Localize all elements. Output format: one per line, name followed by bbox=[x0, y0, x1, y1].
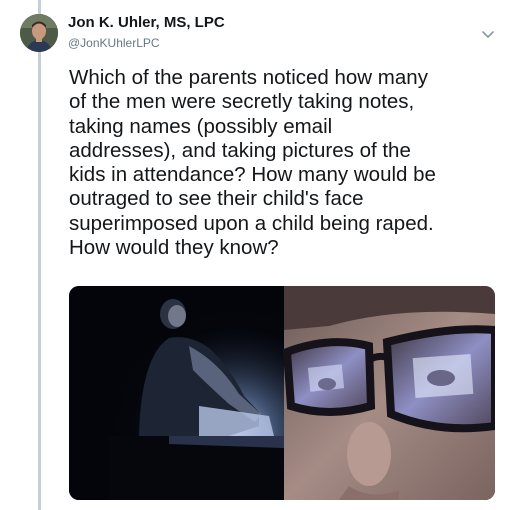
thread-connector-line bbox=[38, 0, 41, 510]
avatar[interactable] bbox=[20, 14, 58, 52]
tweet-card: Jon K. Uhler, MS, LPC @JonKUhlerLPC Whic… bbox=[0, 0, 516, 510]
tweet-text-line: kids in attendance? How many would be bbox=[69, 163, 436, 187]
avatar-photo bbox=[20, 14, 58, 52]
tweet-text: Which of the parents noticed how many of… bbox=[69, 66, 509, 260]
tweet-text-line: Which of the parents noticed how many bbox=[69, 66, 428, 89]
tweet-media-image[interactable] bbox=[69, 286, 495, 500]
display-name[interactable]: Jon K. Uhler, MS, LPC bbox=[68, 14, 225, 31]
tweet-text-line: outraged to see their child's face bbox=[69, 187, 364, 211]
user-handle[interactable]: @JonKUhlerLPC bbox=[68, 36, 160, 50]
tweet-text-line: of the men were secretly taking notes, bbox=[69, 90, 415, 114]
tweet-text-line: taking names (possibly email bbox=[69, 114, 333, 138]
tweet-text-line: superimposed upon a child being raped. bbox=[69, 211, 434, 235]
tweet-text-line: How would they know? bbox=[69, 236, 279, 260]
chevron-down-icon[interactable] bbox=[480, 26, 496, 42]
media-collage bbox=[69, 286, 495, 500]
tweet-text-line: addresses), and taking pictures of the bbox=[69, 138, 411, 162]
